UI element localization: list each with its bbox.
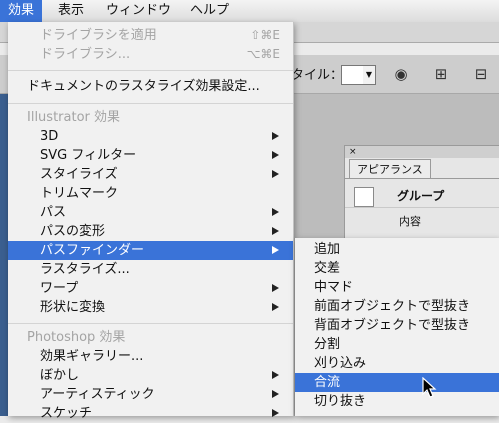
menu-item-document-raster-settings[interactable]: ドキュメントのラスタライズ効果設定...	[8, 77, 293, 96]
submenu-item-intersect[interactable]: 交差	[295, 259, 499, 278]
submenu-arrow-icon	[272, 303, 279, 311]
menu-item-dry-brush: ドライブラシ... ⌥⌘E	[40, 47, 280, 62]
mouse-pointer-icon	[422, 377, 437, 398]
style-dropdown-arrow[interactable]: ▼	[363, 65, 376, 85]
recolor-icon[interactable]: ◉	[391, 64, 411, 84]
align-grid-icon[interactable]: ⊞	[431, 64, 451, 84]
menu-view[interactable]: 表示	[50, 0, 92, 22]
menu-window[interactable]: ウィンドウ	[98, 0, 179, 22]
submenu-arrow-icon	[272, 227, 279, 235]
menu-item-3d[interactable]: 3D	[8, 127, 293, 146]
style-swatch[interactable]	[341, 65, 365, 85]
menu-help[interactable]: ヘルプ	[182, 0, 237, 22]
menu-separator	[8, 103, 293, 104]
tab-divider	[345, 178, 499, 179]
menu-separator	[8, 70, 293, 71]
effect-menu: ドライブラシを適用 ⇧⌘E ドライブラシ... ⌥⌘E ドキュメントのラスタライ…	[8, 22, 294, 421]
style-label: タイル：	[291, 68, 344, 83]
submenu-arrow-icon	[272, 284, 279, 292]
shortcut-label: ⌥⌘E	[246, 47, 280, 61]
submenu-arrow-icon	[272, 390, 279, 398]
menu-item-blur[interactable]: ぼかし	[8, 366, 293, 385]
submenu-item-merge[interactable]: 合流	[295, 373, 499, 392]
menu-item-pathfinder[interactable]: パスファインダー	[8, 241, 293, 260]
menu-item-path[interactable]: パス	[8, 203, 293, 222]
menu-item-stylize[interactable]: スタイライズ	[8, 165, 293, 184]
submenu-item-trim[interactable]: 刈り込み	[295, 354, 499, 373]
menu-bar: 効果 表示 ウィンドウ ヘルプ	[0, 0, 499, 23]
group-thumbnail	[354, 187, 374, 207]
menu-item-convert-to-shape[interactable]: 形状に変換	[8, 298, 293, 317]
submenu-arrow-icon	[272, 246, 279, 254]
content-label[interactable]: 内容	[399, 213, 421, 229]
submenu-item-minus-front[interactable]: 前面オブジェクトで型抜き	[295, 297, 499, 316]
section-illustrator-effects: Illustrator 効果	[27, 110, 121, 125]
submenu-arrow-icon	[272, 151, 279, 159]
submenu-arrow-icon	[272, 371, 279, 379]
menu-item-effect-gallery[interactable]: 効果ギャラリー...	[8, 347, 293, 366]
tool-panel-edge	[0, 94, 8, 416]
transform-icon[interactable]: ⊟	[471, 64, 491, 84]
menu-item-svg-filter[interactable]: SVG フィルター	[8, 146, 293, 165]
submenu-arrow-icon	[272, 208, 279, 216]
submenu-item-crop[interactable]: 切り抜き	[295, 392, 499, 411]
menu-separator	[8, 323, 293, 324]
shortcut-label: ⇧⌘E	[250, 28, 280, 42]
submenu-item-exclude[interactable]: 中マド	[295, 278, 499, 297]
menu-effect[interactable]: 効果	[0, 0, 43, 22]
panel-close-icon[interactable]: ×	[345, 146, 499, 158]
submenu-item-divide[interactable]: 分割	[295, 335, 499, 354]
section-photoshop-effects: Photoshop 効果	[27, 330, 126, 345]
menu-item-warp[interactable]: ワープ	[8, 279, 293, 298]
submenu-arrow-icon	[272, 170, 279, 178]
pathfinder-submenu: 追加 交差 中マド 前面オブジェクトで型抜き 背面オブジェクトで型抜き 分割 刈…	[295, 238, 499, 416]
menu-item-sketch[interactable]: スケッチ	[8, 404, 293, 423]
menu-item-rasterize[interactable]: ラスタライズ...	[8, 260, 293, 279]
group-label: グループ	[397, 189, 445, 203]
menu-item-distort-transform[interactable]: パスの変形	[8, 222, 293, 241]
submenu-item-minus-back[interactable]: 背面オブジェクトで型抜き	[295, 316, 499, 335]
tab-appearance[interactable]: アピアランス	[349, 159, 431, 179]
menu-item-apply-dry-brush: ドライブラシを適用 ⇧⌘E	[40, 28, 280, 43]
submenu-arrow-icon	[272, 132, 279, 140]
submenu-item-add[interactable]: 追加	[295, 240, 499, 259]
menu-item-artistic[interactable]: アーティスティック	[8, 385, 293, 404]
menu-item-trim-marks[interactable]: トリムマーク	[8, 184, 293, 203]
